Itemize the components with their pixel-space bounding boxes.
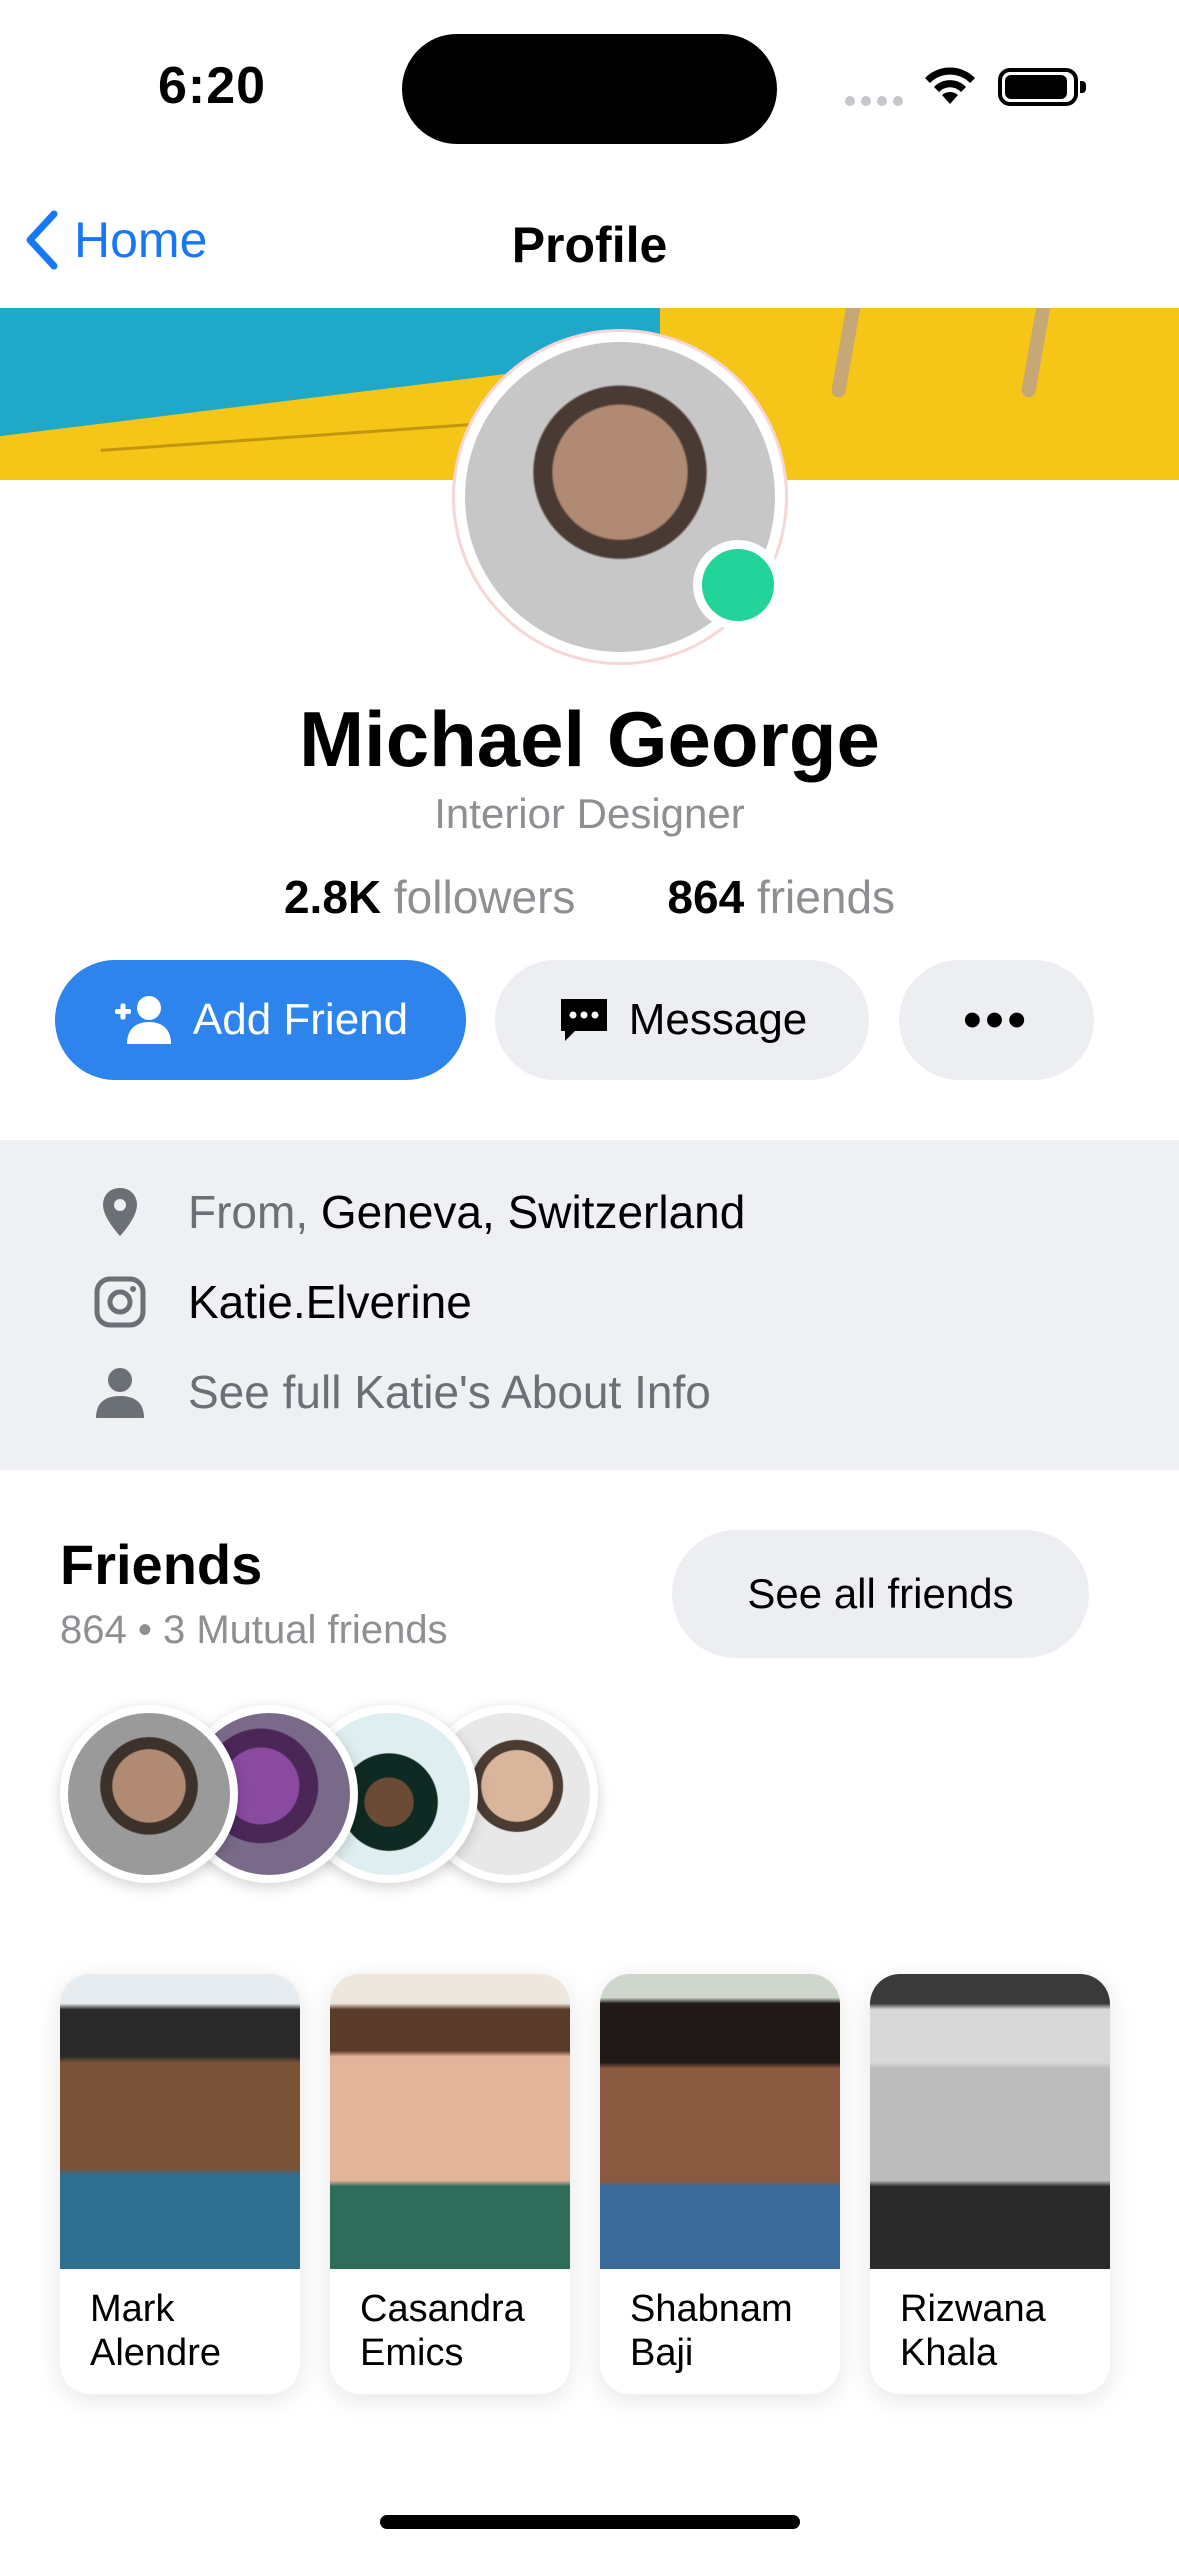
friend-cards: Mark Alendre Casandra Emics Shabnam Baji… <box>60 1974 1120 2394</box>
followers-count: 2.8K <box>283 871 382 923</box>
friends-label: friends <box>756 871 896 923</box>
status-bar: 6:20 <box>0 0 1179 170</box>
friend-card[interactable]: Rizwana Khala <box>870 1974 1110 2394</box>
cellular-signal-icon <box>845 96 905 106</box>
location-row: From, Geneva, Switzerland <box>92 1184 745 1240</box>
wifi-icon <box>925 67 975 104</box>
friends-subtitle: 864 • 3 Mutual friends <box>60 1608 448 1652</box>
message-button[interactable]: Message <box>495 960 869 1080</box>
mutual-friend-avatar <box>60 1705 238 1883</box>
instagram-icon <box>92 1274 148 1330</box>
navigation-bar: Home Profile <box>0 190 1179 300</box>
location-value: Geneva, Switzerland <box>320 1186 746 1238</box>
more-icon: ••• <box>963 991 1030 1049</box>
friend-photo <box>870 1974 1110 2269</box>
instagram-row[interactable]: Katie.Elverine <box>92 1274 472 1330</box>
about-info-row[interactable]: See full Katie's About Info <box>92 1364 711 1420</box>
friends-title: Friends <box>60 1533 263 1596</box>
online-status-indicator <box>693 540 783 630</box>
add-user-icon <box>114 996 171 1044</box>
message-icon <box>560 999 607 1041</box>
home-indicator[interactable] <box>380 2515 800 2529</box>
location-pin-icon <box>92 1184 148 1240</box>
friend-photo <box>60 1974 300 2269</box>
about-section: From, Geneva, Switzerland Katie.Elverine… <box>0 1140 1179 1470</box>
friend-name: Mark Alendre <box>90 2288 221 2374</box>
page-title: Profile <box>511 217 668 273</box>
about-info-link: See full Katie's About Info <box>188 1366 711 1418</box>
message-label: Message <box>628 995 808 1044</box>
friend-card[interactable]: Shabnam Baji <box>600 1974 840 2394</box>
followers-stat[interactable]: 2.8K followers <box>284 870 575 924</box>
profile-role: Interior Designer <box>434 790 745 837</box>
location-prefix: From, <box>188 1186 309 1238</box>
friend-photo <box>600 1974 840 2269</box>
more-options-button[interactable]: ••• <box>899 960 1094 1080</box>
friend-card[interactable]: Mark Alendre <box>60 1974 300 2394</box>
add-friend-button[interactable]: Add Friend <box>55 960 466 1080</box>
see-all-friends-button[interactable]: See all friends <box>672 1530 1089 1658</box>
instagram-handle: Katie.Elverine <box>188 1276 472 1328</box>
person-icon <box>92 1364 148 1420</box>
friend-name: Shabnam Baji <box>630 2288 793 2374</box>
battery-icon <box>998 68 1086 106</box>
friend-card[interactable]: Casandra Emics <box>330 1974 570 2394</box>
friend-photo <box>330 1974 570 2269</box>
dynamic-island <box>402 34 777 144</box>
profile-name: Michael George <box>299 695 880 783</box>
followers-label: followers <box>393 871 576 923</box>
add-friend-label: Add Friend <box>192 995 409 1044</box>
friends-count: 864 <box>667 871 745 923</box>
profile-stats: 2.8K followers 864 friends <box>0 870 1179 924</box>
friends-stat[interactable]: 864 friends <box>667 870 895 924</box>
friend-name: Casandra Emics <box>360 2288 525 2374</box>
status-time: 6:20 <box>158 57 267 115</box>
friend-name: Rizwana Khala <box>900 2288 1046 2374</box>
